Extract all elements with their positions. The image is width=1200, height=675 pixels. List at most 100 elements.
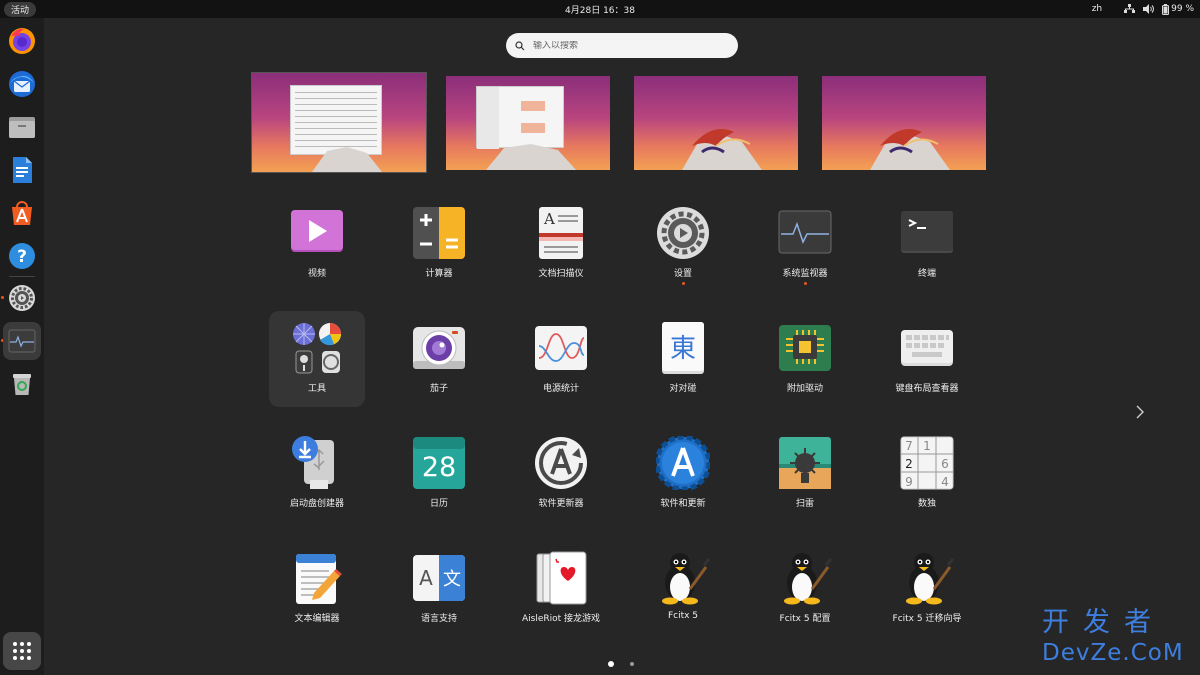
keyboard-icon — [901, 330, 953, 366]
wallpaper-mascot — [486, 144, 576, 170]
app-sudoku[interactable]: 7 1 2 6 9 4 数独 — [879, 426, 975, 522]
sudoku-digit: 2 — [905, 457, 913, 471]
app-cheese[interactable]: 茄子 — [391, 311, 487, 407]
dock-item-writer[interactable] — [3, 151, 41, 189]
app-mahjongg[interactable]: 東 对对碰 — [635, 311, 731, 407]
scanner-icon: A — [539, 207, 583, 259]
trash-icon — [13, 374, 31, 395]
dock-item-trash[interactable] — [3, 365, 41, 403]
next-page-button[interactable] — [1136, 404, 1144, 423]
activities-button[interactable]: 活动 — [4, 1, 37, 17]
sudoku-digit: 6 — [941, 457, 949, 471]
system-monitor-icon — [8, 329, 36, 353]
app-aisleriot[interactable]: AisleRiot 接龙游戏 — [513, 541, 609, 637]
sudoku-digit: 1 — [923, 439, 931, 453]
search-bar[interactable] — [506, 33, 738, 58]
app-videos[interactable]: 视频 — [269, 196, 365, 292]
calculator-icon — [413, 207, 465, 259]
calendar-date: 28 — [422, 452, 456, 483]
app-software-updater[interactable]: 软件更新器 — [513, 426, 609, 522]
app-label: 键盘布局查看器 — [895, 384, 959, 394]
wallpaper-mascot — [682, 129, 762, 170]
app-calendar[interactable]: 28 日历 — [391, 426, 487, 522]
files-icon — [9, 117, 35, 138]
app-fcitx5-config[interactable]: Fcitx 5 配置 — [757, 541, 853, 637]
svg-text:?: ? — [17, 247, 27, 267]
app-label: 系统监视器 — [782, 269, 828, 279]
app-calculator[interactable]: 计算器 — [391, 196, 487, 292]
show-apps-button[interactable] — [3, 632, 41, 670]
mahjongg-glyph: 東 — [670, 334, 696, 364]
app-label: 启动盘创建器 — [289, 499, 344, 509]
watermark-line-2: DevZe.CoM — [1042, 640, 1184, 666]
app-fcitx5[interactable]: Fcitx 5 — [635, 541, 731, 637]
system-monitor-icon — [778, 210, 832, 254]
workspace-thumbnail-3[interactable] — [634, 76, 798, 170]
app-label: 附加驱动 — [786, 384, 823, 394]
app-power-statistics[interactable]: 电源统计 — [513, 311, 609, 407]
aisleriot-icon — [536, 551, 587, 605]
dock-item-help[interactable]: ? — [3, 237, 41, 275]
app-label: 计算器 — [425, 269, 453, 279]
workspace-thumbnail-2[interactable] — [446, 76, 610, 170]
usb-creator-icon — [292, 436, 334, 489]
app-label: 工具 — [307, 384, 326, 394]
app-center-icon — [12, 201, 32, 225]
clock[interactable]: 4月28日 16：38 — [565, 3, 635, 16]
network-icon[interactable] — [1124, 4, 1136, 14]
dock-item-system-monitor[interactable] — [3, 322, 41, 360]
window-thumbnail[interactable] — [476, 86, 564, 149]
app-text-editor[interactable]: 文本编辑器 — [269, 541, 365, 637]
app-software-properties[interactable]: 软件和更新 — [635, 426, 731, 522]
sudoku-digit: 9 — [905, 475, 913, 489]
workspace-thumbnail-4[interactable] — [822, 76, 986, 170]
app-label: 文本编辑器 — [294, 614, 340, 624]
page-indicator-1[interactable] — [608, 661, 614, 667]
mahjongg-icon: 東 — [662, 322, 704, 374]
system-tray[interactable]: zh 99 % — [1092, 0, 1194, 18]
app-mines[interactable]: 扫雷 — [757, 426, 853, 522]
app-label: AisleRiot 接龙游戏 — [521, 614, 601, 624]
volume-icon[interactable] — [1143, 4, 1154, 14]
running-indicator — [681, 282, 685, 285]
app-label: 软件更新器 — [538, 499, 584, 509]
app-fcitx5-migrator[interactable]: Fcitx 5 迁移向导 — [879, 541, 975, 637]
dock-item-settings[interactable] — [3, 279, 41, 317]
page-indicator-2[interactable] — [630, 662, 634, 666]
top-bar: 活动 4月28日 16：38 zh 99 % — [0, 0, 1200, 18]
folder-icon — [293, 323, 341, 374]
wallpaper-mascot — [870, 129, 950, 170]
workspace-thumbnail-1[interactable] — [252, 73, 426, 172]
app-keyboard-layout-viewer[interactable]: 键盘布局查看器 — [879, 311, 975, 407]
input-language-indicator[interactable]: zh — [1092, 4, 1102, 14]
app-settings[interactable]: 设置 — [635, 196, 731, 292]
app-label: Fcitx 5 配置 — [779, 614, 831, 624]
videos-icon — [291, 210, 343, 252]
sudoku-icon: 7 1 2 6 9 4 — [900, 436, 954, 490]
dock-item-app-center[interactable] — [3, 194, 41, 232]
app-label: 数独 — [917, 499, 936, 509]
app-usb-creator[interactable]: 启动盘创建器 — [269, 426, 365, 522]
battery-percentage: 99 % — [1171, 4, 1194, 14]
app-label: 文档扫描仪 — [538, 269, 584, 279]
tux-icon — [906, 553, 954, 605]
app-additional-drivers[interactable]: 附加驱动 — [757, 311, 853, 407]
app-document-scanner[interactable]: A 文档扫描仪 — [513, 196, 609, 292]
app-folder-tools[interactable]: 工具 — [269, 311, 365, 407]
app-language-support[interactable]: A 文 语言支持 — [391, 541, 487, 637]
app-label: 对对碰 — [669, 384, 697, 394]
app-label: 终端 — [917, 269, 936, 279]
app-system-monitor[interactable]: 系统监视器 — [757, 196, 853, 292]
language-glyph-latin: A — [419, 566, 433, 590]
calendar-icon: 28 — [413, 437, 465, 489]
app-label: 扫雷 — [795, 499, 814, 509]
app-terminal[interactable]: 终端 — [879, 196, 975, 292]
dock-item-thunderbird[interactable] — [3, 65, 41, 103]
app-label: 电源统计 — [542, 384, 579, 394]
search-input[interactable] — [533, 40, 723, 51]
settings-icon — [657, 207, 709, 259]
dock-item-files[interactable] — [3, 108, 41, 146]
writer-icon — [13, 157, 32, 183]
battery-indicator[interactable]: 99 % — [1162, 3, 1194, 15]
dock-item-firefox[interactable] — [3, 22, 41, 60]
